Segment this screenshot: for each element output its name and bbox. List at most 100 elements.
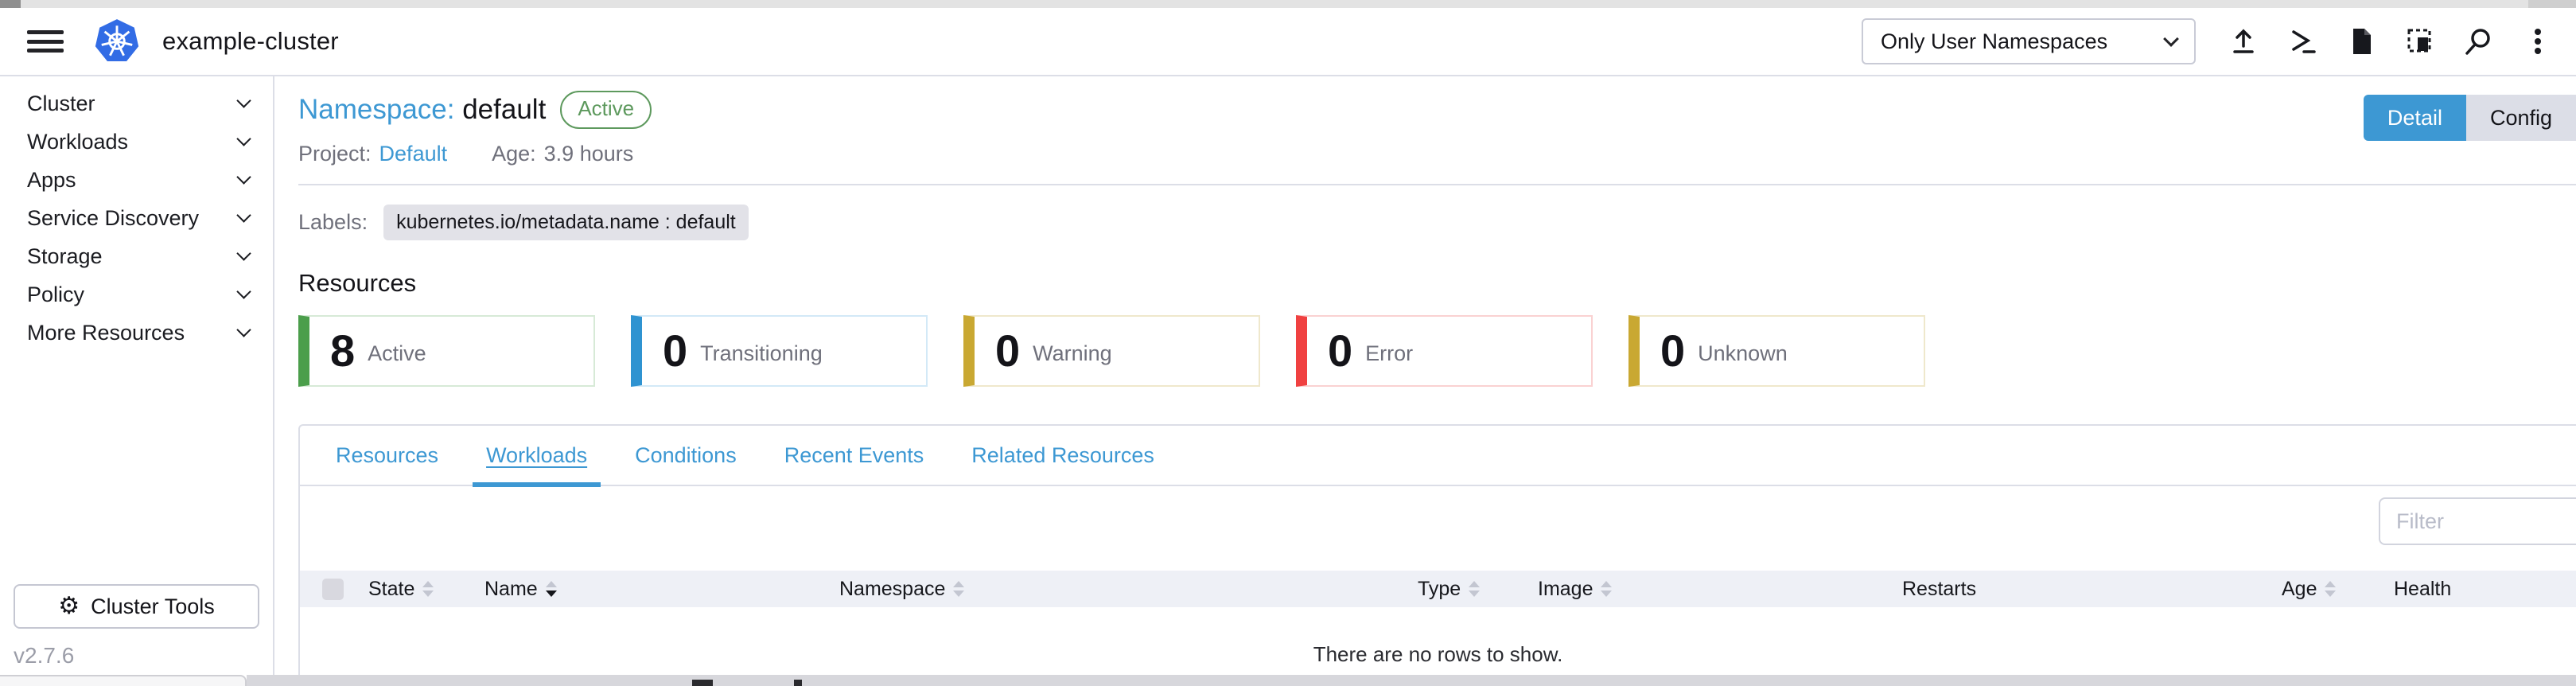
sort-arrows-icon [2325, 581, 2336, 597]
age-value: 3.9 hours [544, 142, 634, 166]
sidebar: Cluster Workloads Apps Service Discovery… [0, 76, 274, 686]
labels-label: Labels: [298, 210, 368, 235]
detail-button[interactable]: Detail [2364, 95, 2466, 141]
resource-count: 0 [663, 329, 687, 373]
window-corner-left [0, 0, 21, 8]
gear-icon: ⚙ [58, 594, 80, 618]
sidebar-item-storage[interactable]: Storage [0, 237, 273, 275]
tab-label: Resources [336, 443, 438, 468]
hamburger-menu-icon[interactable] [27, 28, 64, 55]
upload-icon[interactable] [2226, 24, 2261, 59]
file-icon[interactable] [2344, 24, 2379, 59]
sidebar-item-apps[interactable]: Apps [0, 161, 273, 199]
resource-label: Unknown [1698, 341, 1788, 366]
column-header-namespace[interactable]: Namespace [839, 578, 1418, 601]
chevron-down-icon [236, 284, 251, 298]
label-chip: kubernetes.io/metadata.name : default [383, 205, 749, 240]
resource-card-warning: 0 Warning [963, 315, 1260, 387]
sidebar-item-label: Policy [27, 283, 239, 307]
search-icon[interactable] [2461, 24, 2496, 59]
bottom-strip-glyph [794, 680, 802, 686]
cluster-tools-label: Cluster Tools [91, 594, 215, 619]
sidebar-item-cluster[interactable]: Cluster [0, 84, 273, 123]
project-label: Project: [298, 142, 372, 166]
chevron-down-icon [236, 170, 251, 184]
column-label: Image [1538, 578, 1593, 601]
kubernetes-logo-icon [94, 18, 140, 64]
resource-card-active: 8 Active [298, 315, 595, 387]
column-label: State [368, 578, 414, 601]
tab-label: Recent Events [784, 443, 924, 468]
chevron-down-icon [236, 93, 251, 107]
kebab-icon[interactable] [2520, 24, 2555, 59]
tab-workloads[interactable]: Workloads [473, 425, 601, 485]
column-label: Namespace [839, 578, 945, 601]
resource-card-transitioning: 0 Transitioning [631, 315, 928, 387]
page-title-row: Namespace: default Active [298, 89, 2576, 131]
page-title-resource: Namespace: [298, 94, 454, 125]
tab-recent-events[interactable]: Recent Events [771, 425, 938, 485]
sidebar-item-service-discovery[interactable]: Service Discovery [0, 199, 273, 237]
age-label: Age: [492, 142, 536, 166]
page-title-name: default [462, 94, 546, 125]
chevron-down-icon [236, 208, 251, 222]
namespace-filter-value: Only User Namespaces [1881, 29, 2156, 54]
tab-resources[interactable]: Resources [322, 425, 452, 485]
column-header-name[interactable]: Name [484, 578, 839, 601]
tab-card: Resources Workloads Conditions Recent Ev… [298, 424, 2576, 686]
sidebar-item-more-resources[interactable]: More Resources [0, 314, 273, 352]
column-header-health[interactable]: Health [2394, 578, 2576, 601]
select-all-checkbox[interactable] [322, 579, 344, 600]
sidebar-item-policy[interactable]: Policy [0, 275, 273, 314]
tab-label: Conditions [635, 443, 737, 468]
sidebar-item-workloads[interactable]: Workloads [0, 123, 273, 161]
resource-label: Error [1365, 341, 1413, 366]
sidebar-item-label: Service Discovery [27, 206, 239, 231]
sort-arrows-icon [546, 581, 557, 597]
content-area: Cluster Workloads Apps Service Discovery… [0, 76, 2576, 686]
column-label: Health [2394, 578, 2451, 601]
namespace-filter-select[interactable]: Only User Namespaces [1862, 18, 2196, 64]
sidebar-item-label: Apps [27, 168, 239, 193]
version-label: v2.7.6 [14, 643, 74, 668]
sidebar-item-label: Storage [27, 244, 239, 269]
table-header: State Name Namespace Type [300, 571, 2576, 607]
tab-label: Workloads [486, 443, 587, 468]
chevron-down-icon [2163, 31, 2179, 47]
sort-arrows-icon [953, 581, 964, 597]
checkbox-cell [322, 579, 368, 600]
bottom-strip-bar [247, 675, 2576, 686]
config-button[interactable]: Config [2466, 95, 2576, 141]
column-header-age[interactable]: Age [2282, 578, 2394, 601]
column-header-image[interactable]: Image [1538, 578, 1902, 601]
tab-label: Related Resources [971, 443, 1154, 468]
terminal-icon[interactable] [2285, 24, 2320, 59]
view-switch: Detail Config [2364, 95, 2576, 141]
sort-arrows-icon [1601, 581, 1612, 597]
bottom-strip-glyph [692, 680, 713, 686]
column-header-state[interactable]: State [368, 578, 484, 601]
empty-table-message: There are no rows to show. [300, 642, 2576, 667]
column-label: Type [1418, 578, 1461, 601]
tab-conditions[interactable]: Conditions [621, 425, 750, 485]
chevron-down-icon [236, 131, 251, 146]
app-header: example-cluster Only User Namespaces [0, 8, 2576, 76]
filter-input[interactable] [2379, 497, 2576, 545]
column-header-type[interactable]: Type [1418, 578, 1538, 601]
window-top-strip [0, 0, 2576, 8]
sort-arrows-icon [1469, 581, 1480, 597]
tab-related-resources[interactable]: Related Resources [958, 425, 1168, 485]
divider [298, 184, 2576, 185]
page-title: Namespace: default [298, 94, 546, 126]
main-panel: Namespace: default Active Detail Config … [274, 76, 2576, 686]
cluster-tools-button[interactable]: ⚙ Cluster Tools [14, 584, 259, 629]
resources-heading: Resources [298, 269, 2576, 298]
project-link[interactable]: Default [379, 142, 448, 166]
column-header-restarts[interactable]: Restarts [1902, 578, 2282, 601]
copy-icon[interactable] [2403, 24, 2438, 59]
window-corner-right [2528, 0, 2576, 8]
cluster-name: example-cluster [162, 27, 339, 56]
column-label: Name [484, 578, 538, 601]
resource-label: Transitioning [700, 341, 823, 366]
resource-count: 8 [330, 329, 355, 373]
